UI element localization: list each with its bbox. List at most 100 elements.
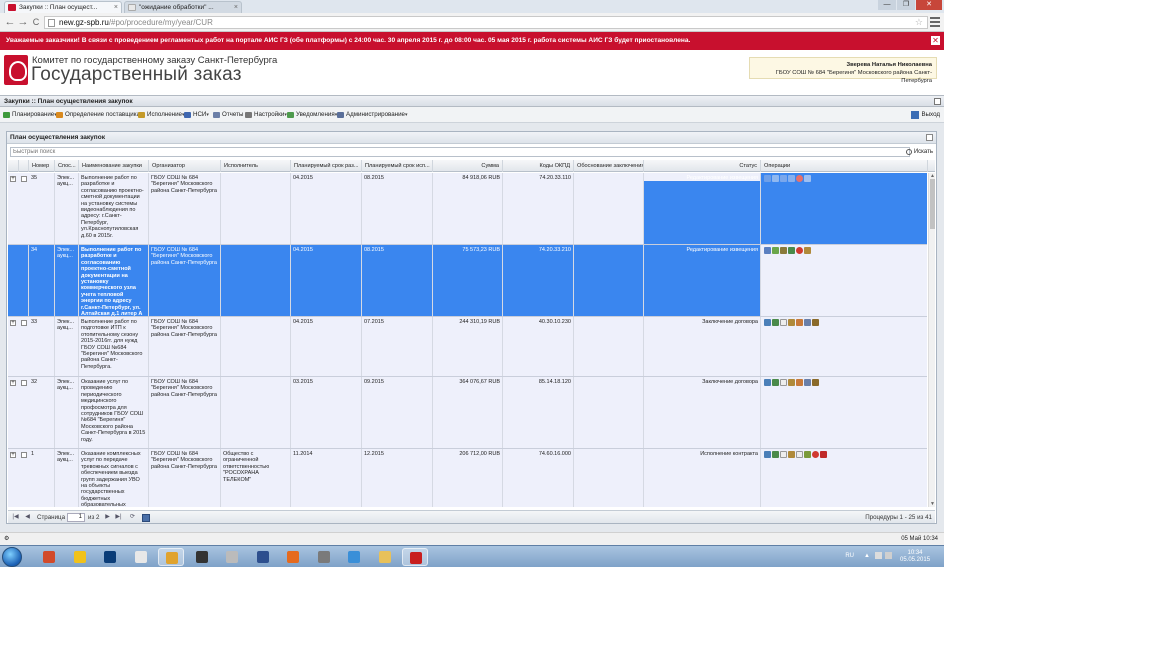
col-date-execution[interactable]: Планируемый срок исп... <box>362 160 433 172</box>
history-icon[interactable] <box>772 451 779 458</box>
browser-menu-icon[interactable] <box>930 17 940 27</box>
col-sum[interactable]: Сумма <box>433 160 503 172</box>
table-row[interactable]: + 32 Элек... аукц... Оказание услуг по п… <box>8 377 927 449</box>
minimize-button[interactable]: — <box>878 0 896 10</box>
taskbar-app[interactable] <box>36 548 62 566</box>
table-row[interactable]: + 33 Элек... аукц... Выполнение работ по… <box>8 317 927 377</box>
taskbar-app[interactable] <box>189 548 215 566</box>
menu-planning[interactable]: Планирование▾ <box>3 110 57 120</box>
row-checkbox[interactable] <box>21 320 27 326</box>
document-icon[interactable] <box>780 451 787 458</box>
tab-close-icon[interactable]: × <box>114 2 118 13</box>
col-operations[interactable]: Операции <box>761 160 928 172</box>
cancel-icon[interactable] <box>796 247 803 254</box>
expand-row-icon[interactable]: + <box>10 452 16 458</box>
terminate-icon[interactable] <box>812 451 819 458</box>
menu-nsi[interactable]: НСИ▾ <box>184 110 209 120</box>
report-icon[interactable] <box>804 319 811 326</box>
menu-settings[interactable]: Настройки▾ <box>245 110 287 120</box>
col-status[interactable]: Статус <box>644 160 761 172</box>
col-executor[interactable]: Исполнитель <box>221 160 291 172</box>
contract-icon[interactable] <box>796 319 803 326</box>
taskbar-app[interactable] <box>250 548 276 566</box>
col-number[interactable]: Номер <box>29 160 55 172</box>
grid-scrollbar[interactable]: ▲ ▼ <box>928 173 935 507</box>
taskbar-app[interactable] <box>341 548 367 566</box>
col-okpd[interactable]: Коды ОКПД <box>503 160 574 172</box>
col-date-placement[interactable]: Планируемый срок раз... <box>291 160 362 172</box>
expand-row-icon[interactable]: + <box>10 320 16 326</box>
history-icon[interactable] <box>772 319 779 326</box>
maximize-button[interactable]: ❐ <box>897 0 915 10</box>
browser-tab-active[interactable]: Закупки :: План осущест... × <box>4 1 122 13</box>
col-method[interactable]: Спос... <box>55 160 79 172</box>
archive-icon[interactable] <box>812 379 819 386</box>
clock[interactable]: 10:34 05.05.2015 <box>900 550 930 564</box>
expand-row-icon[interactable]: + <box>10 176 16 182</box>
forward-button[interactable]: → <box>16 16 30 28</box>
banner-close-button[interactable]: ✕ <box>931 36 940 45</box>
publish-icon[interactable] <box>772 247 779 254</box>
next-page-button[interactable]: ▶ <box>103 512 112 523</box>
archive-icon[interactable] <box>812 319 819 326</box>
select-all-checkbox[interactable] <box>19 160 29 172</box>
payment-icon[interactable] <box>804 451 811 458</box>
window-close-button[interactable]: ✕ <box>916 0 942 10</box>
menu-supplier[interactable]: Определение поставщика▾ <box>56 110 143 120</box>
taskbar-app[interactable] <box>280 548 306 566</box>
panel-tool-icon[interactable] <box>926 134 933 141</box>
tray-arrow-icon[interactable]: ▲ <box>864 553 870 559</box>
volume-icon[interactable] <box>885 552 892 559</box>
history-icon[interactable] <box>772 379 779 386</box>
last-page-button[interactable]: ▶| <box>114 512 123 523</box>
quick-search-input[interactable] <box>10 147 910 157</box>
row-checkbox[interactable] <box>21 452 27 458</box>
menu-reports[interactable]: Отчеты <box>213 110 243 120</box>
col-name[interactable]: Наименование закупки <box>79 160 149 172</box>
document-icon[interactable] <box>780 379 787 386</box>
menu-notifications[interactable]: Уведомления▾ <box>287 110 337 120</box>
col-basis[interactable]: Обоснование заключения <box>574 160 644 172</box>
export-icon[interactable] <box>142 514 150 522</box>
print-icon[interactable] <box>788 379 795 386</box>
table-row[interactable]: + 1 Элек... аукц... Оказание комплексных… <box>8 449 927 507</box>
tab-close-icon[interactable]: × <box>234 2 238 13</box>
url-input[interactable]: new.gz-spb.ru/#po/procedure/my/year/CUR … <box>44 16 928 29</box>
start-button[interactable] <box>2 547 22 567</box>
search-button[interactable]: Искать <box>905 147 933 157</box>
page-number-input[interactable]: 1 <box>67 513 85 522</box>
table-row-selected[interactable]: + 34 Элек... аукц... Выполнение работ по… <box>8 245 927 317</box>
expand-all-icon[interactable] <box>8 160 19 172</box>
taskbar-app[interactable] <box>67 548 93 566</box>
refresh-button[interactable]: ⟳ <box>128 512 137 523</box>
collapse-icon[interactable] <box>934 98 941 105</box>
taskbar-app[interactable] <box>97 548 123 566</box>
print-icon[interactable] <box>804 247 811 254</box>
cancel-icon[interactable] <box>796 175 803 182</box>
report-icon[interactable] <box>804 379 811 386</box>
expand-row-icon[interactable]: + <box>10 380 16 386</box>
network-icon[interactable] <box>875 552 882 559</box>
prev-page-button[interactable]: ◀ <box>23 512 32 523</box>
print-icon[interactable] <box>788 451 795 458</box>
view-icon[interactable] <box>764 319 771 326</box>
history-icon[interactable] <box>788 247 795 254</box>
users-icon[interactable] <box>820 451 827 458</box>
scroll-thumb[interactable] <box>930 179 935 229</box>
edit-icon[interactable] <box>764 175 771 182</box>
taskbar-app[interactable] <box>311 548 337 566</box>
publish-icon[interactable] <box>772 175 779 182</box>
print-icon[interactable] <box>804 175 811 182</box>
copy-icon[interactable] <box>780 247 787 254</box>
browser-tab-2[interactable]: "ожидание обработки" ... × <box>124 1 242 13</box>
bookmark-star-icon[interactable]: ☆ <box>915 17 923 28</box>
first-page-button[interactable]: |◀ <box>11 512 20 523</box>
reload-button[interactable]: C <box>29 16 43 28</box>
print-icon[interactable] <box>788 319 795 326</box>
menu-execution[interactable]: Исполнение▾ <box>138 110 185 120</box>
history-icon[interactable] <box>788 175 795 182</box>
view-icon[interactable] <box>764 379 771 386</box>
scroll-down-icon[interactable]: ▼ <box>930 501 935 507</box>
table-row[interactable]: + 35 Элек... аукц... Выполнение работ по… <box>8 173 927 245</box>
document-icon[interactable] <box>780 319 787 326</box>
